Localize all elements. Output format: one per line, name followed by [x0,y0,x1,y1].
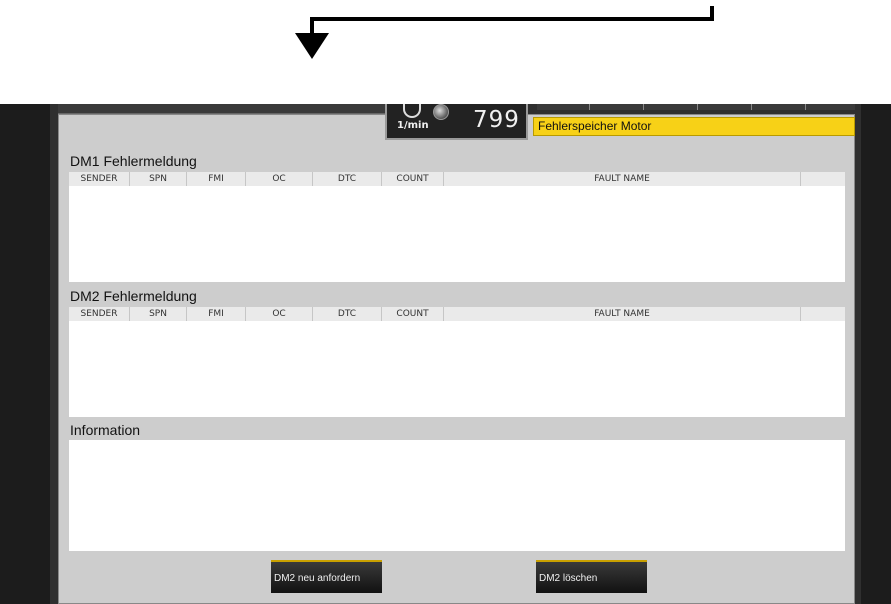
page-title-banner: Fehlerspeicher Motor [533,117,855,136]
arrow-down-icon [295,33,329,59]
dm1-col-spn[interactable]: SPN [130,172,187,186]
dm1-section-label: DM1 Fehlermeldung [70,153,197,169]
indicator-lamp-icon [433,104,449,120]
information-text-area[interactable] [69,440,845,551]
dm1-col-count[interactable]: COUNT [382,172,444,186]
dm2-fault-table[interactable]: SENDER SPN FMI OC DTC COUNT FAULT NAME [69,307,845,417]
top-status-bar [58,104,388,114]
dm2-table-body[interactable] [69,321,845,417]
dm2-col-count[interactable]: COUNT [382,307,444,321]
rpm-unit-label: 1/min [397,120,429,131]
dm1-col-sender[interactable]: SENDER [69,172,130,186]
rpm-value: 799 [473,107,520,133]
tachometer-icon [403,104,421,118]
dm2-col-fmi[interactable]: FMI [187,307,246,321]
strip-tick [751,104,752,110]
dm2-col-oc[interactable]: OC [246,307,313,321]
dm1-table-body[interactable] [69,186,845,282]
dm2-col-sender[interactable]: SENDER [69,307,130,321]
display-screen: 1/min 799 Fehlerspeicher Motor DM1 Fehle… [0,104,891,604]
dm1-col-oc[interactable]: OC [246,172,313,186]
dm1-fault-table[interactable]: SENDER SPN FMI OC DTC COUNT FAULT NAME [69,172,845,282]
dm2-col-spn[interactable]: SPN [130,307,187,321]
dm2-section-label: DM2 Fehlermeldung [70,288,197,304]
dm2-col-fault-name[interactable]: FAULT NAME [444,307,801,321]
dm2-table-header: SENDER SPN FMI OC DTC COUNT FAULT NAME [69,307,845,321]
dm2-col-spacer [801,307,845,321]
rpm-display: 1/min 799 [385,104,528,140]
information-section-label: Information [70,422,141,438]
request-dm2-button[interactable]: DM2 neu anfordern [271,560,382,593]
clear-dm2-button[interactable]: DM2 löschen [536,560,647,593]
top-indicator-strip [537,104,855,110]
request-dm2-button-label: DM2 neu anfordern [274,573,361,584]
strip-tick [805,104,806,110]
strip-tick [589,104,590,110]
page-title: Fehlerspeicher Motor [538,119,652,133]
dm1-col-fault-name[interactable]: FAULT NAME [444,172,801,186]
flow-connector-line [310,17,714,21]
clear-dm2-button-label: DM2 löschen [539,573,598,584]
dm1-table-header: SENDER SPN FMI OC DTC COUNT FAULT NAME [69,172,845,186]
dm1-col-spacer [801,172,845,186]
strip-tick [643,104,644,110]
dm1-col-dtc[interactable]: DTC [313,172,382,186]
dm2-col-dtc[interactable]: DTC [313,307,382,321]
dm1-col-fmi[interactable]: FMI [187,172,246,186]
strip-tick [697,104,698,110]
